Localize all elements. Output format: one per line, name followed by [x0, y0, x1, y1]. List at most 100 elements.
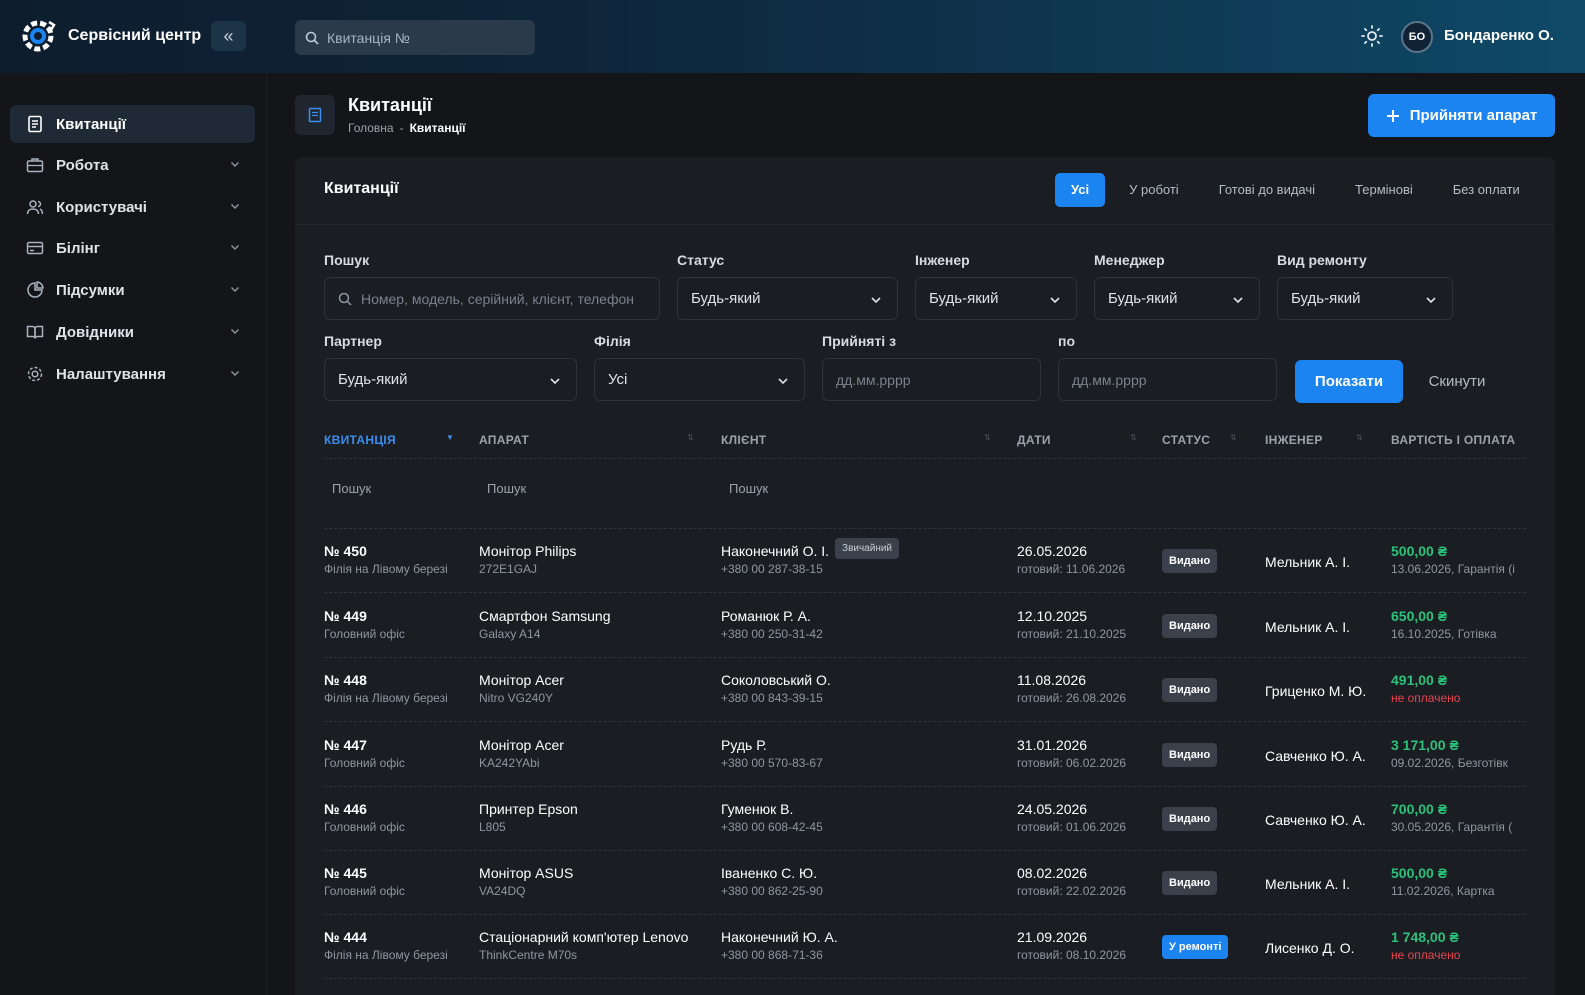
payment-info: 09.02.2026, Безготівк: [1391, 756, 1508, 770]
sidebar-item-summary[interactable]: Підсумки: [10, 271, 255, 309]
status-badge: Видано: [1162, 807, 1218, 831]
ready-date: готовий: 22.02.2026: [1017, 884, 1127, 898]
col-client[interactable]: КЛІЄНТ: [721, 433, 766, 447]
receipt-number[interactable]: № 447: [324, 737, 405, 753]
avatar[interactable]: БО: [1401, 21, 1433, 53]
chevron-down-icon: [231, 329, 239, 334]
sidebar-item-settings[interactable]: Налаштування: [10, 355, 255, 393]
receipt-number[interactable]: № 449: [324, 608, 405, 624]
client-column-search[interactable]: [721, 474, 991, 502]
client-name[interactable]: Наконечний О. І.: [721, 543, 829, 559]
tab-all[interactable]: Усі: [1055, 173, 1106, 207]
card-title: Квитанції: [324, 180, 399, 197]
client-name[interactable]: Наконечний Ю. А.: [721, 929, 838, 945]
table-row[interactable]: № 444 Філія на Лівому березі Стаціонарний…: [324, 915, 1526, 979]
show-button[interactable]: Показати: [1295, 360, 1403, 403]
client-name[interactable]: Соколовський О.: [721, 672, 831, 688]
client-name[interactable]: Романюк Р. А.: [721, 608, 811, 624]
client-phone: +380 00 868-71-36: [721, 948, 823, 962]
date-to-label: по: [1058, 333, 1076, 349]
device-column-search[interactable]: [479, 474, 699, 502]
payment-info: 11.02.2026, Картка: [1391, 884, 1495, 898]
search-input[interactable]: [361, 290, 646, 307]
tab-in-work[interactable]: У роботі: [1113, 173, 1195, 207]
sort-icon[interactable]: ⇅: [687, 433, 694, 442]
sort-icon[interactable]: ⇅: [984, 433, 991, 442]
receipt-number[interactable]: № 445: [324, 865, 405, 881]
client-name[interactable]: Іваненко С. Ю.: [721, 865, 817, 881]
sidebar-item-label: Підсумки: [56, 281, 125, 299]
breadcrumb-home[interactable]: Головна: [348, 121, 394, 135]
device-name: Монітор Acer: [479, 672, 564, 688]
sun-icon[interactable]: [1360, 24, 1384, 48]
col-engineer[interactable]: ІНЖЕНЕР: [1265, 433, 1323, 447]
collapse-sidebar-button[interactable]: «: [211, 21, 246, 51]
page-title: Квитанції: [348, 95, 432, 115]
sidebar-item-users[interactable]: Користувачі: [10, 188, 255, 226]
receipt-search-input[interactable]: [327, 29, 517, 46]
status-badge: Видано: [1162, 549, 1218, 573]
receipt-number[interactable]: № 450: [324, 543, 448, 559]
date-to-input[interactable]: [1072, 371, 1263, 388]
status-select-value: Будь-який: [691, 290, 761, 307]
received-date: 08.02.2026: [1017, 865, 1088, 881]
table-row[interactable]: № 450 Філія на Лівому березі Монітор Phil…: [324, 529, 1526, 593]
status-select[interactable]: Будь-який: [677, 277, 898, 320]
table-row[interactable]: № 448 Філія на Лівому березі Монітор Acer…: [324, 658, 1526, 722]
repair-type-label: Вид ремонту: [1277, 252, 1367, 268]
table-row[interactable]: № 449 Головний офіс Смартфон Samsung Galax…: [324, 594, 1526, 658]
engineer-select[interactable]: Будь-який: [915, 277, 1077, 320]
accept-device-button[interactable]: Прийняти апарат: [1368, 94, 1555, 137]
sidebar-item-label: Робота: [56, 156, 109, 174]
reset-button[interactable]: Скинути: [1412, 360, 1502, 403]
ready-date: готовий: 01.06.2026: [1017, 820, 1127, 834]
brand[interactable]: Сервісний центр: [18, 16, 201, 56]
receipt-search[interactable]: [295, 20, 535, 55]
repair-type-select[interactable]: Будь-який: [1277, 277, 1453, 320]
sort-icon[interactable]: ⇅: [1130, 433, 1137, 442]
ready-date: готовий: 21.10.2025: [1017, 627, 1127, 641]
sidebar-item-billing[interactable]: Білінг: [10, 229, 255, 267]
col-device[interactable]: АПАРАТ: [479, 433, 529, 447]
date-from-label: Прийняті з: [822, 333, 897, 349]
table-row[interactable]: № 445 Головний офіс Монітор ASUS VA24DQ Ів…: [324, 851, 1526, 915]
branch-select[interactable]: Усі: [594, 358, 805, 401]
col-receipt[interactable]: КВИТАНЦІЯ: [324, 433, 396, 447]
manager-select[interactable]: Будь-який: [1094, 277, 1260, 320]
sort-icon[interactable]: ⇅: [1230, 433, 1237, 442]
sidebar-item-work[interactable]: Робота: [10, 146, 255, 184]
table-row[interactable]: № 447 Головний офіс Монітор Acer KA242YAbi…: [324, 723, 1526, 787]
date-from-field[interactable]: [822, 358, 1041, 401]
user-name[interactable]: Бондаренко О.: [1444, 27, 1554, 44]
tab-ready[interactable]: Готові до видачі: [1203, 173, 1331, 207]
sidebar-item-receipts[interactable]: Квитанції: [10, 105, 255, 143]
table-row[interactable]: № 446 Головний офіс Принтер Epson L805 Гум…: [324, 787, 1526, 851]
date-from-input[interactable]: [836, 371, 1027, 388]
sort-desc-icon[interactable]: ▼: [446, 433, 454, 442]
partner-select[interactable]: Будь-який: [324, 358, 577, 401]
client-phone: +380 00 608-42-45: [721, 820, 823, 834]
device-model: L805: [479, 820, 506, 834]
received-date: 11.08.2026: [1017, 672, 1087, 688]
price: 3 171,00 ₴: [1391, 737, 1459, 753]
col-cost-payment[interactable]: ВАРТІСТЬ І ОПЛАТА: [1391, 433, 1515, 447]
col-status[interactable]: СТАТУС: [1162, 433, 1210, 447]
client-phone: +380 00 287-38-15: [721, 562, 823, 576]
sidebar-item-directories[interactable]: Довідники: [10, 313, 255, 351]
receipt-number[interactable]: № 448: [324, 672, 448, 688]
date-to-field[interactable]: [1058, 358, 1277, 401]
receipt-column-search[interactable]: [324, 474, 464, 502]
col-dates[interactable]: ДАТИ: [1017, 433, 1051, 447]
tab-urgent[interactable]: Термінові: [1339, 173, 1429, 207]
search-field[interactable]: [324, 277, 660, 320]
client-name[interactable]: Гуменюк В.: [721, 801, 793, 817]
engineer-select-value: Будь-який: [929, 290, 999, 307]
price: 500,00 ₴: [1391, 543, 1448, 559]
tab-unpaid[interactable]: Без оплати: [1437, 173, 1536, 207]
sort-icon[interactable]: ⇅: [1356, 433, 1363, 442]
receipt-number[interactable]: № 444: [324, 929, 448, 945]
breadcrumb-separator: -: [399, 121, 404, 135]
client-name[interactable]: Рудь Р.: [721, 737, 767, 753]
receipts-card: Квитанції Усі У роботі Готові до видачі …: [295, 157, 1555, 995]
receipt-number[interactable]: № 446: [324, 801, 405, 817]
